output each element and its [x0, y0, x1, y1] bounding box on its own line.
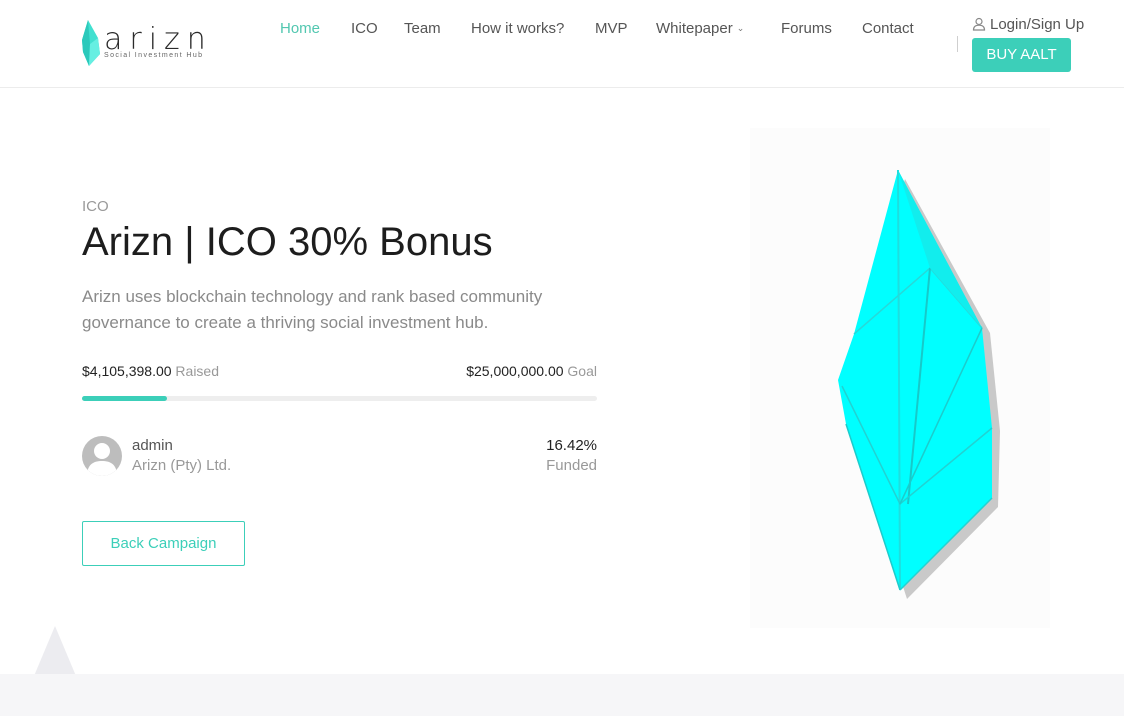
- page-title: Arizn | ICO 30% Bonus: [82, 220, 493, 264]
- origami-crane-image: [750, 128, 1050, 628]
- next-section-band: [0, 674, 1124, 716]
- back-campaign-button[interactable]: Back Campaign: [82, 521, 245, 566]
- user-icon: [972, 17, 986, 31]
- funding-progress-bar: [82, 396, 597, 401]
- funded-label: Funded: [546, 457, 597, 474]
- raised-amount: $4,105,398.00: [82, 363, 172, 379]
- decorative-triangle: [34, 626, 76, 676]
- site-logo[interactable]: arizn Social Investment Hub: [80, 18, 220, 70]
- goal-stat: $25,000,000.00 Goal: [420, 363, 597, 379]
- site-header: arizn Social Investment Hub Home ICO Tea…: [0, 0, 1124, 88]
- nav-mvp[interactable]: MVP: [595, 20, 628, 37]
- author-name[interactable]: admin: [132, 437, 173, 454]
- funding-progress-fill: [82, 396, 167, 401]
- nav-home[interactable]: Home: [280, 20, 320, 37]
- nav-divider: [957, 36, 958, 52]
- origami-leaf-icon: [82, 20, 100, 66]
- raised-stat: $4,105,398.00 Raised: [82, 363, 219, 379]
- nav-contact[interactable]: Contact: [862, 20, 914, 37]
- goal-amount: $25,000,000.00: [466, 363, 564, 379]
- logo-tagline: Social Investment Hub: [104, 52, 204, 59]
- buy-aalt-button[interactable]: BUY AALT: [972, 38, 1071, 72]
- login-signup-label: Login/Sign Up: [990, 16, 1085, 33]
- default-avatar-icon: [87, 443, 117, 476]
- campaign-description: Arizn uses blockchain technology and ran…: [82, 287, 543, 332]
- nav-whitepaper[interactable]: Whitepaper ⌄: [656, 20, 744, 37]
- login-signup-link[interactable]: Login/Sign Up: [972, 16, 1084, 33]
- nav-whitepaper-label: Whitepaper: [656, 20, 733, 37]
- nav-forums[interactable]: Forums: [781, 20, 832, 37]
- nav-how-it-works[interactable]: How it works?: [471, 20, 564, 37]
- nav-ico[interactable]: ICO: [351, 20, 378, 37]
- nav-team[interactable]: Team: [404, 20, 441, 37]
- funded-percent: 16.42%: [546, 437, 597, 454]
- raised-label: Raised: [175, 363, 220, 379]
- goal-label: Goal: [567, 363, 597, 379]
- author-organization: Arizn (Pty) Ltd.: [132, 457, 232, 474]
- chevron-down-icon: ⌄: [736, 23, 745, 33]
- campaign-category[interactable]: ICO: [82, 198, 109, 215]
- avatar: [82, 436, 122, 476]
